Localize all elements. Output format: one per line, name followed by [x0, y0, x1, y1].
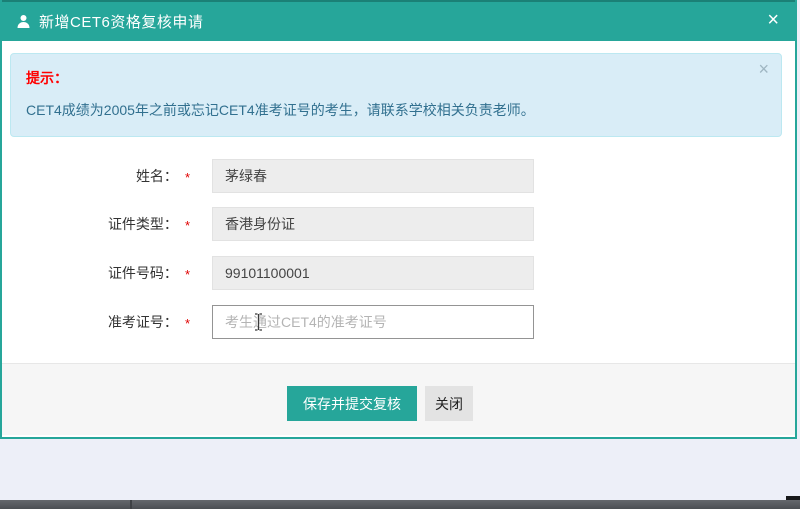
- required-asterisk: *: [184, 218, 190, 233]
- admission-ticket-label: 准考证号： *: [107, 314, 190, 331]
- id-type-label: 证件类型： *: [107, 216, 190, 233]
- form-row-id-number: 证件号码： *: [2, 256, 562, 290]
- user-icon: [16, 14, 31, 29]
- id-number-field: [212, 256, 534, 290]
- required-asterisk: *: [184, 170, 190, 185]
- close-button[interactable]: 关闭: [425, 386, 473, 421]
- taskbar-divider: [130, 500, 132, 509]
- save-and-submit-button[interactable]: 保存并提交复核: [287, 386, 417, 421]
- dialog-title: 新增CET6资格复核申请: [39, 14, 204, 31]
- info-alert: 提示： CET4成绩为2005年之前或忘记CET4准考证号的考生，请联系学校相关…: [10, 53, 782, 137]
- form-row-admission-ticket: 准考证号： *: [2, 305, 562, 339]
- name-field: [212, 159, 534, 193]
- dialog-footer: 保存并提交复核 关闭: [2, 363, 795, 435]
- dialog-close-icon[interactable]: ×: [767, 10, 779, 30]
- cet6-review-dialog: 新增CET6资格复核申请 × 提示： CET4成绩为2005年之前或忘记CET4…: [0, 0, 797, 439]
- alert-message: CET4成绩为2005年之前或忘记CET4准考证号的考生，请联系学校相关负责老师…: [26, 102, 535, 118]
- form-row-name: 姓名： *: [2, 159, 562, 193]
- form-row-id-type: 证件类型： *: [2, 207, 562, 241]
- alert-dismiss-icon[interactable]: ×: [758, 60, 769, 78]
- required-asterisk: *: [184, 267, 190, 282]
- id-number-label: 证件号码： *: [107, 265, 190, 282]
- taskbar-edge: [0, 500, 800, 509]
- name-label: 姓名： *: [135, 168, 190, 185]
- required-asterisk: *: [184, 316, 190, 331]
- admission-ticket-input[interactable]: [212, 305, 534, 339]
- id-type-field: [212, 207, 534, 241]
- alert-heading: 提示：: [26, 70, 68, 86]
- screen: 新增CET6资格复核申请 × 提示： CET4成绩为2005年之前或忘记CET4…: [0, 0, 800, 509]
- dialog-header: 新增CET6资格复核申请 ×: [2, 0, 795, 41]
